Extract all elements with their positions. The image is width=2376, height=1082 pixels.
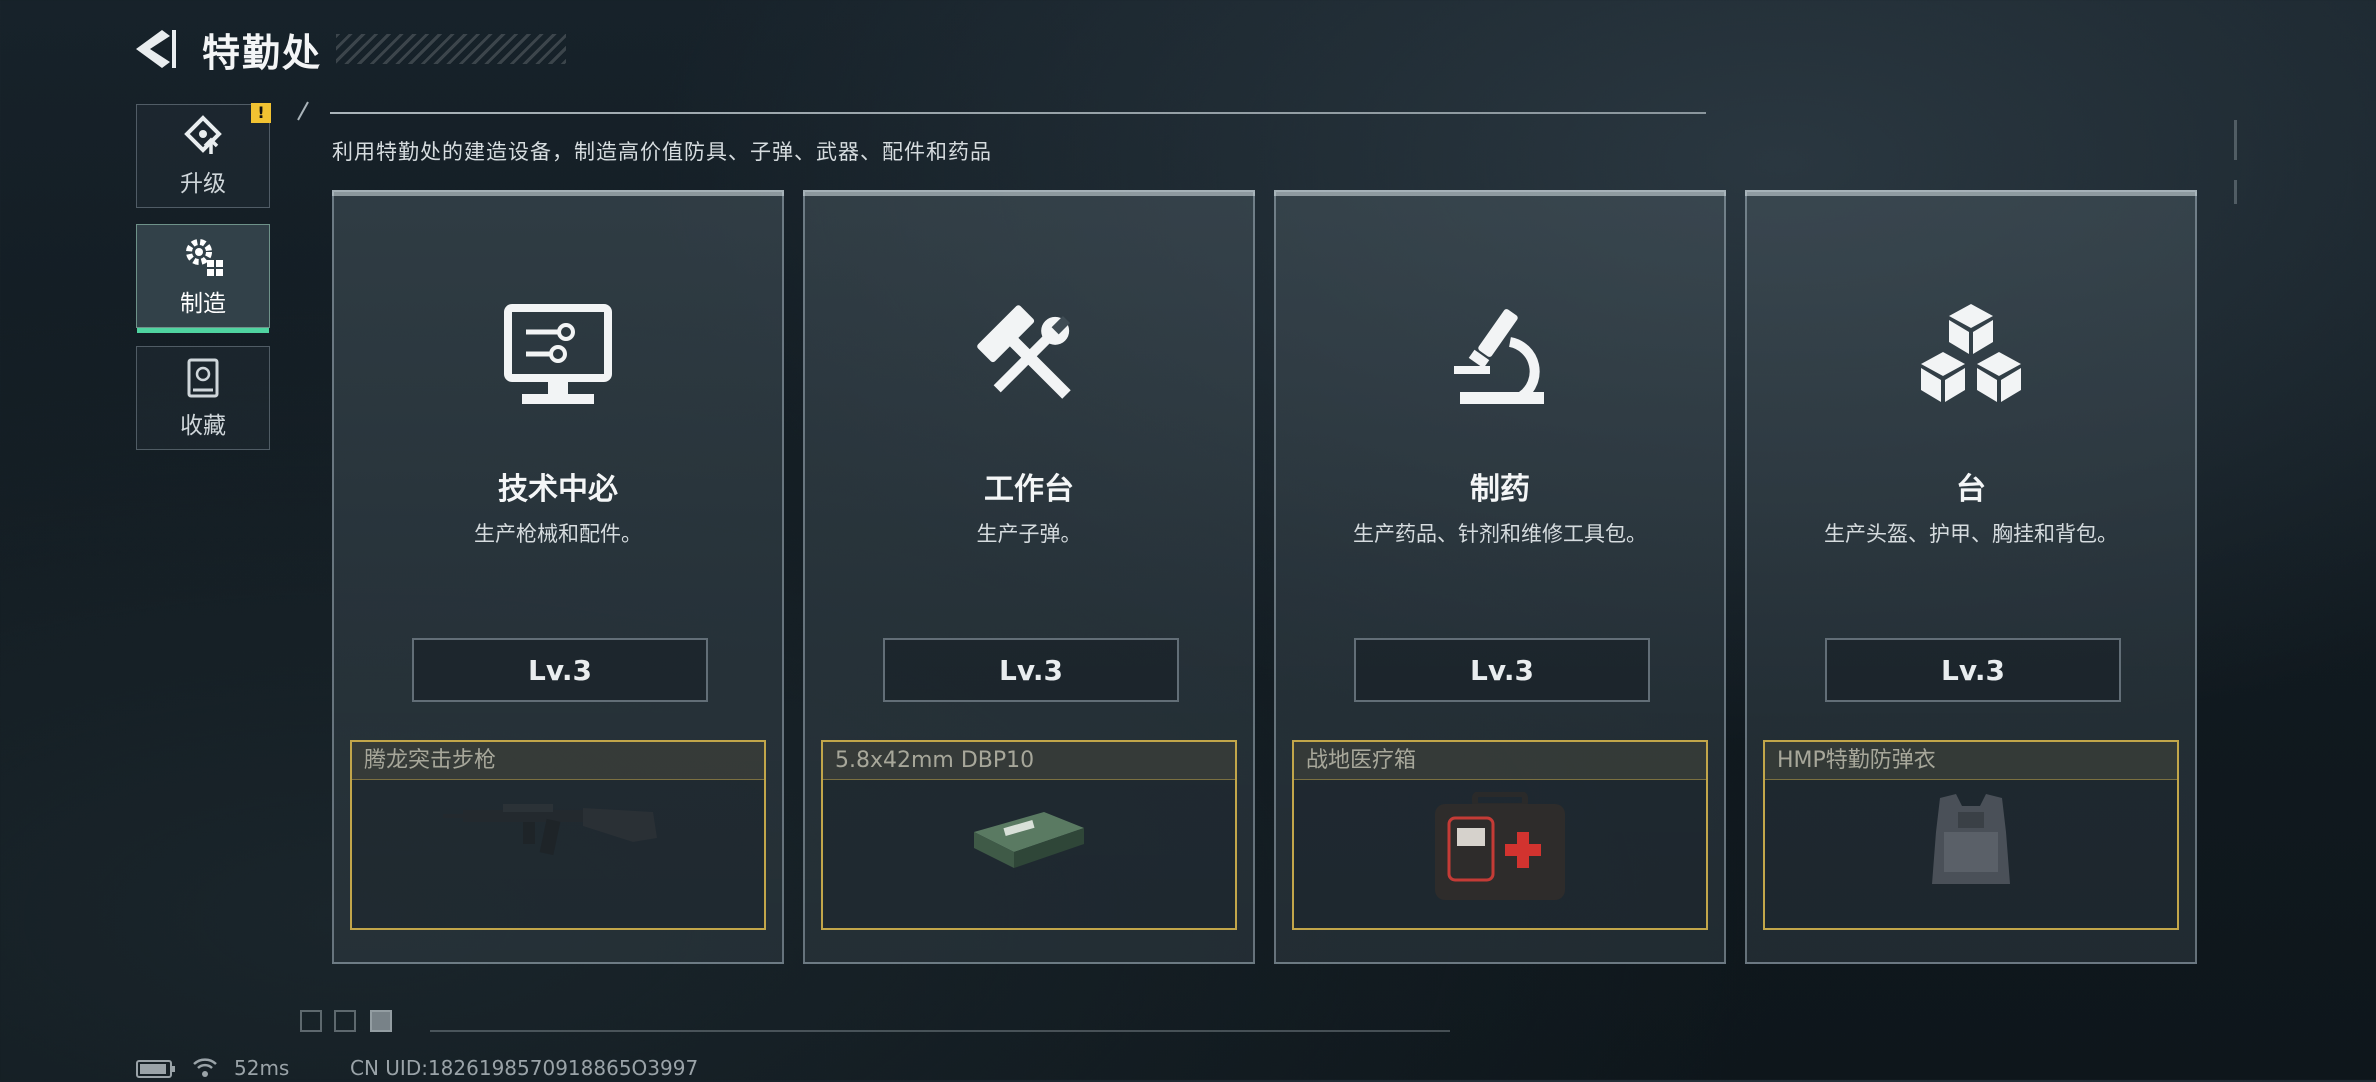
- pager-dot[interactable]: [334, 1010, 356, 1032]
- battery-icon: [136, 1060, 176, 1078]
- card-title: 制药: [1470, 472, 1530, 507]
- ammo-box-image: [974, 812, 1084, 868]
- medkit-image: [1435, 792, 1565, 900]
- sidebar-item-label: 制造: [180, 291, 226, 317]
- body-armor-image: [1932, 794, 2010, 884]
- card-description: 生产枪械和配件。: [474, 522, 642, 546]
- collection-icon: [187, 358, 219, 398]
- level-badge: Lv.3: [1354, 638, 1650, 702]
- upgrade-icon: [184, 115, 222, 154]
- wifi-icon: [192, 1056, 218, 1078]
- card-title: 技术中必: [498, 472, 618, 507]
- pager-dot-active[interactable]: [370, 1010, 392, 1032]
- divider-tick: [296, 100, 310, 122]
- item-name: 战地医疗箱: [1294, 742, 1706, 780]
- warning-badge: !: [251, 103, 271, 123]
- selected-indicator: [137, 328, 269, 333]
- computer-icon: [504, 304, 612, 404]
- card-title: 工作台: [984, 472, 1074, 507]
- title-decoration: [336, 34, 566, 64]
- decoration-tick: [2234, 120, 2237, 160]
- hammer-wrench-icon: [977, 305, 1071, 399]
- sidebar-item-label: 收藏: [180, 413, 226, 439]
- pager-dot[interactable]: [300, 1010, 322, 1032]
- gear-craft-icon: [186, 239, 223, 276]
- ping-value: 52ms: [234, 1056, 290, 1080]
- production-item-slot[interactable]: 战地医疗箱: [1292, 740, 1708, 930]
- level-badge: Lv.3: [412, 638, 708, 702]
- page-title: 特勤处: [202, 31, 323, 75]
- sidebar-item-upgrade[interactable]: ! 升级: [136, 103, 271, 208]
- facility-card-workbench[interactable]: 工作台 生产子弹。 Lv.3 5.8x42mm DBP10: [803, 190, 1255, 964]
- facility-card-pharmacy[interactable]: 制药 生产药品、针剂和维修工具包。 Lv.3 战地医疗箱: [1274, 190, 1726, 964]
- card-description: 生产药品、针剂和维修工具包。: [1353, 522, 1647, 546]
- production-item-slot[interactable]: HMP特勤防弹衣: [1763, 740, 2179, 930]
- rifle-image: [443, 804, 657, 856]
- bottom-divider: [430, 1030, 1450, 1032]
- microscope-icon: [1454, 309, 1544, 404]
- facility-card-armor-bench[interactable]: 台 生产头盔、护甲、胸挂和背包。 Lv.3 HMP特勤防弹衣: [1745, 190, 2197, 964]
- card-description: 生产子弹。: [976, 522, 1082, 546]
- level-badge: Lv.3: [1825, 638, 2121, 702]
- decoration-tick: [2234, 180, 2237, 204]
- facility-card-tech-center[interactable]: 技术中必 生产枪械和配件。 Lv.3 腾龙突击步枪: [332, 190, 784, 964]
- cubes-icon: [1921, 304, 2021, 402]
- item-name: 腾龙突击步枪: [352, 742, 764, 780]
- production-item-slot[interactable]: 腾龙突击步枪: [350, 740, 766, 930]
- sidebar-item-collection[interactable]: 收藏: [136, 346, 270, 450]
- production-item-slot[interactable]: 5.8x42mm DBP10: [821, 740, 1237, 930]
- card-title: 台: [1956, 472, 1986, 507]
- item-name: HMP特勤防弹衣: [1765, 742, 2177, 780]
- sidebar-item-label: 升级: [180, 171, 226, 197]
- page-description: 利用特勤处的建造设备，制造高价值防具、子弹、武器、配件和药品: [332, 140, 992, 164]
- back-arrow-icon[interactable]: [132, 26, 176, 72]
- card-description: 生产头盔、护甲、胸挂和背包。: [1824, 522, 2118, 546]
- level-badge: Lv.3: [883, 638, 1179, 702]
- sidebar-item-craft[interactable]: 制造: [136, 224, 270, 333]
- item-name: 5.8x42mm DBP10: [823, 742, 1235, 780]
- top-divider: [330, 112, 1706, 114]
- user-uid: CN UID:1826198570918865O3997: [350, 1056, 699, 1080]
